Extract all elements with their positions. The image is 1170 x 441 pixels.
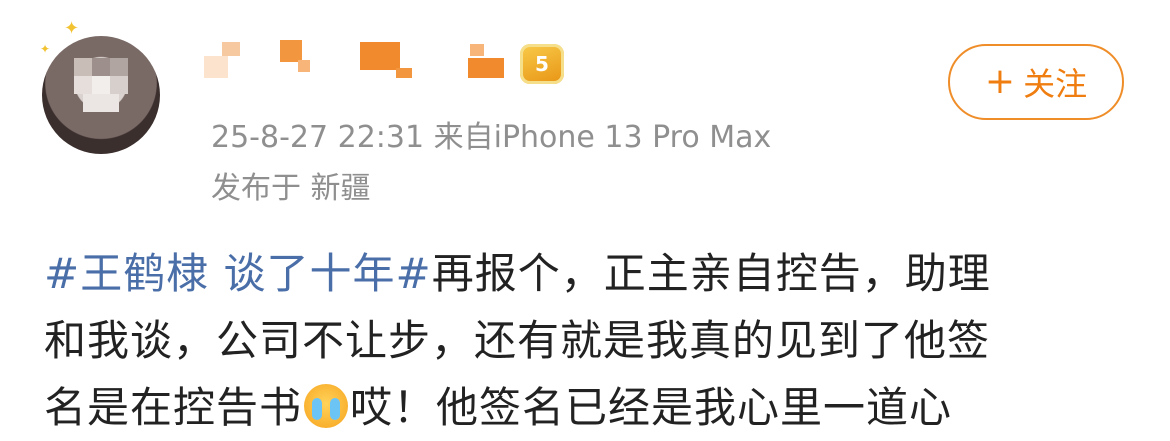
post-location: 发布于 新疆 [211, 171, 371, 206]
content-line-3: 名是在控告书 哎！他签名已经是我心里一道心 [44, 374, 1154, 441]
crying-face-emoji [304, 384, 349, 428]
content-line-2: 和我谈，公司不让步，还有就是我真的见到了他签 [44, 316, 991, 365]
avatar-mosaic [110, 76, 128, 94]
follow-button[interactable]: + 关注 [948, 44, 1124, 120]
avatar-mosaic [74, 58, 92, 76]
avatar-mosaic [92, 76, 110, 94]
sparkle-icon: ✦ [40, 42, 51, 56]
username-mosaic[interactable] [200, 36, 530, 84]
post-time-source: 25-8-27 22:31 来自iPhone 13 Pro Max [211, 120, 772, 155]
content-line-1: #王鹤棣 谈了十年#再报个，正主亲自控告，助理 [44, 240, 1154, 307]
sparkle-icon: ✦ [64, 18, 80, 39]
content-text: 哎！他签名已经是我心里一道心 [350, 383, 953, 432]
vip-crown-badge[interactable]: 5 [520, 44, 564, 84]
plus-icon: + [984, 61, 1016, 102]
content-text: 名是在控告书 [44, 383, 303, 432]
avatar-mosaic [92, 58, 110, 76]
follow-label: 关注 [1023, 65, 1088, 103]
topic-link[interactable]: #王鹤棣 谈了十年# [44, 249, 432, 298]
avatar[interactable] [42, 36, 160, 154]
avatar-mosaic [83, 94, 119, 112]
avatar-mosaic [74, 76, 92, 94]
vip-level: 5 [535, 52, 549, 76]
avatar-wrap[interactable]: ✦ ✦ [34, 12, 170, 160]
post-content: #王鹤棣 谈了十年#再报个，正主亲自控告，助理 和我谈，公司不让步，还有就是我真… [44, 240, 1154, 441]
avatar-mosaic [110, 58, 128, 76]
content-text: 再报个，正主亲自控告，助理 [431, 249, 991, 298]
